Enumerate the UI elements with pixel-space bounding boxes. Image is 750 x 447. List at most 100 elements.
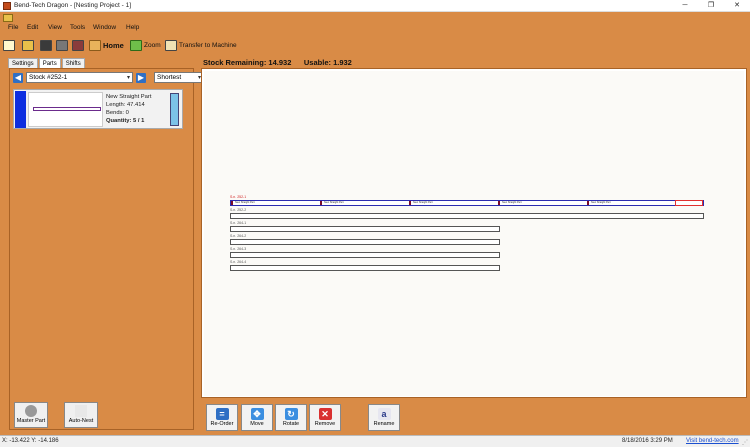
- resize-grip-icon[interactable]: ⋰: [742, 438, 748, 447]
- menu-help[interactable]: Help: [126, 24, 139, 31]
- stock-bar-label: S.n. 264-4: [230, 260, 247, 264]
- part-info: New Straight Part Length: 47.414 Bends: …: [106, 93, 151, 125]
- remove-x-icon: ✕: [318, 408, 332, 420]
- master-part-label: Master Part: [16, 418, 46, 424]
- segment-label: New Straight Part: [324, 201, 344, 204]
- prev-stock-icon[interactable]: ◀: [13, 73, 23, 83]
- left-panel: Settings Parts Shifts ◀ Stock #252-1 ▾ ▶…: [0, 56, 204, 434]
- menu-edit[interactable]: Edit: [27, 24, 38, 31]
- website-link[interactable]: Visit bend-tech.com: [686, 436, 739, 447]
- minimize-button[interactable]: ─: [672, 0, 698, 12]
- nested-part-segment[interactable]: New Straight Part: [320, 201, 409, 205]
- new-button[interactable]: [3, 38, 15, 52]
- nested-part-segment[interactable]: New Straight Part: [587, 201, 676, 205]
- rotate-button[interactable]: ↻ Rotate: [275, 404, 307, 431]
- segment-label: New Straight Part: [502, 201, 522, 204]
- window-title: Bend-Tech Dragon - [Nesting Project - 1]: [14, 2, 132, 9]
- part-card[interactable]: New Straight Part Length: 47.414 Bends: …: [13, 89, 183, 129]
- stock-bar-label: S.n. 264-1: [230, 221, 247, 225]
- stock-select[interactable]: Stock #252-1 ▾: [26, 72, 133, 83]
- part-bends: Bends: 0: [106, 110, 129, 116]
- reorder-label: Re-Order: [210, 421, 234, 427]
- stock-bar-label: S.n. 264-2: [230, 234, 247, 238]
- transfer-icon: [165, 39, 177, 51]
- rename-button[interactable]: a Rename: [368, 404, 400, 431]
- print-preview-icon: [72, 39, 84, 51]
- chevron-down-icon: ▾: [126, 75, 130, 81]
- nesting-canvas[interactable]: S.n. 252-1 New Straight Part New Straigh…: [201, 68, 747, 398]
- save-button[interactable]: [40, 38, 52, 52]
- stock-usable: Usable: 1.932: [303, 58, 352, 67]
- transfer-label: Transfer to Machine: [179, 41, 237, 49]
- zoom-button[interactable]: Zoom: [130, 38, 161, 52]
- reorder-button[interactable]: = Re-Order: [206, 404, 238, 431]
- segment-label: New Straight Part: [591, 201, 611, 204]
- part-thumbnail-bar: [33, 107, 101, 111]
- zoom-label: Zoom: [144, 41, 161, 49]
- stock-bar-label: S.n. 264-3: [230, 247, 247, 251]
- menu-window[interactable]: Window: [93, 24, 116, 31]
- move-label: Move: [250, 421, 264, 427]
- zoom-icon: [130, 39, 142, 51]
- open-button[interactable]: [22, 38, 34, 52]
- rename-icon: a: [377, 408, 391, 420]
- wand-icon: [75, 405, 87, 417]
- auto-nest-label: Auto-Nest: [68, 418, 94, 424]
- open-folder-icon: [22, 39, 34, 51]
- home-button[interactable]: Home: [89, 38, 124, 52]
- stock-header: Stock Remaining: 14.932 Usable: 1.932: [203, 58, 352, 67]
- close-button[interactable]: ✕: [724, 0, 750, 12]
- segment-label: New Straight Part: [235, 201, 255, 204]
- remnant-segment[interactable]: [675, 200, 703, 206]
- empty-stock-bar[interactable]: [230, 265, 500, 271]
- master-part-button[interactable]: Master Part: [14, 402, 48, 428]
- rotate-label: Rotate: [282, 421, 300, 427]
- move-icon: ✥: [250, 408, 264, 420]
- panel-tabs: Settings Parts Shifts: [8, 58, 86, 68]
- tab-parts[interactable]: Parts: [38, 58, 61, 68]
- remove-button[interactable]: ✕ Remove: [309, 404, 341, 431]
- part-quantity: Quantity: 5 / 1: [106, 118, 145, 124]
- nested-part-segment[interactable]: New Straight Part: [498, 201, 587, 205]
- transfer-button[interactable]: Transfer to Machine: [165, 38, 237, 52]
- sort-select[interactable]: Shortest ▾: [154, 72, 204, 83]
- menu-tools[interactable]: Tools: [70, 24, 85, 31]
- menu-view[interactable]: View: [48, 24, 62, 31]
- maximize-button[interactable]: ❐: [698, 0, 724, 12]
- rename-label: Rename: [373, 421, 395, 427]
- reorder-icon: =: [215, 408, 229, 420]
- app-icon: [3, 2, 11, 10]
- tab-shifts[interactable]: Shifts: [61, 58, 85, 68]
- sort-select-value: Shortest: [157, 74, 182, 81]
- arrow-up-icon: [25, 405, 37, 417]
- segment-label: New Straight Part: [413, 201, 433, 204]
- print-button[interactable]: [56, 38, 68, 52]
- empty-stock-bar[interactable]: [230, 239, 500, 245]
- toolbar: Home Zoom Transfer to Machine: [0, 37, 750, 55]
- nested-stock-bar[interactable]: New Straight Part New Straight Part New …: [230, 200, 704, 206]
- save-disk-icon: [40, 39, 52, 51]
- nested-part-segment[interactable]: New Straight Part: [409, 201, 498, 205]
- stock-selector-row: ◀ Stock #252-1 ▾ ▶ Shortest ▾: [13, 72, 204, 84]
- empty-stock-bar[interactable]: [230, 252, 500, 258]
- part-thumbnail: [28, 92, 103, 127]
- parts-pane: ◀ Stock #252-1 ▾ ▶ Shortest ▾ New Straig…: [9, 68, 204, 430]
- tab-settings[interactable]: Settings: [8, 58, 38, 68]
- nested-part-segment[interactable]: New Straight Part: [231, 201, 320, 205]
- stock-select-value: Stock #252-1: [29, 74, 68, 81]
- menu-file[interactable]: File: [8, 24, 18, 31]
- quick-access-icon[interactable]: [3, 14, 13, 22]
- stock-remaining: Stock Remaining: 14.932: [203, 58, 292, 67]
- status-bar: X: -13.422 Y: -14.186 8/18/2016 3:29 PM …: [0, 435, 750, 447]
- empty-stock-bar[interactable]: [230, 226, 500, 232]
- part-color-swatch: [15, 91, 26, 128]
- auto-nest-button[interactable]: Auto-Nest: [64, 402, 98, 428]
- next-stock-icon[interactable]: ▶: [136, 73, 146, 83]
- new-file-icon: [3, 39, 15, 51]
- quantity-spinner[interactable]: [170, 93, 179, 126]
- remove-label: Remove: [314, 421, 336, 427]
- move-button[interactable]: ✥ Move: [241, 404, 273, 431]
- print-preview-button[interactable]: [72, 38, 84, 52]
- nest-action-buttons: = Re-Order ✥ Move ↻ Rotate ✕ Remove a Re…: [203, 402, 748, 432]
- empty-stock-bar[interactable]: [230, 213, 704, 219]
